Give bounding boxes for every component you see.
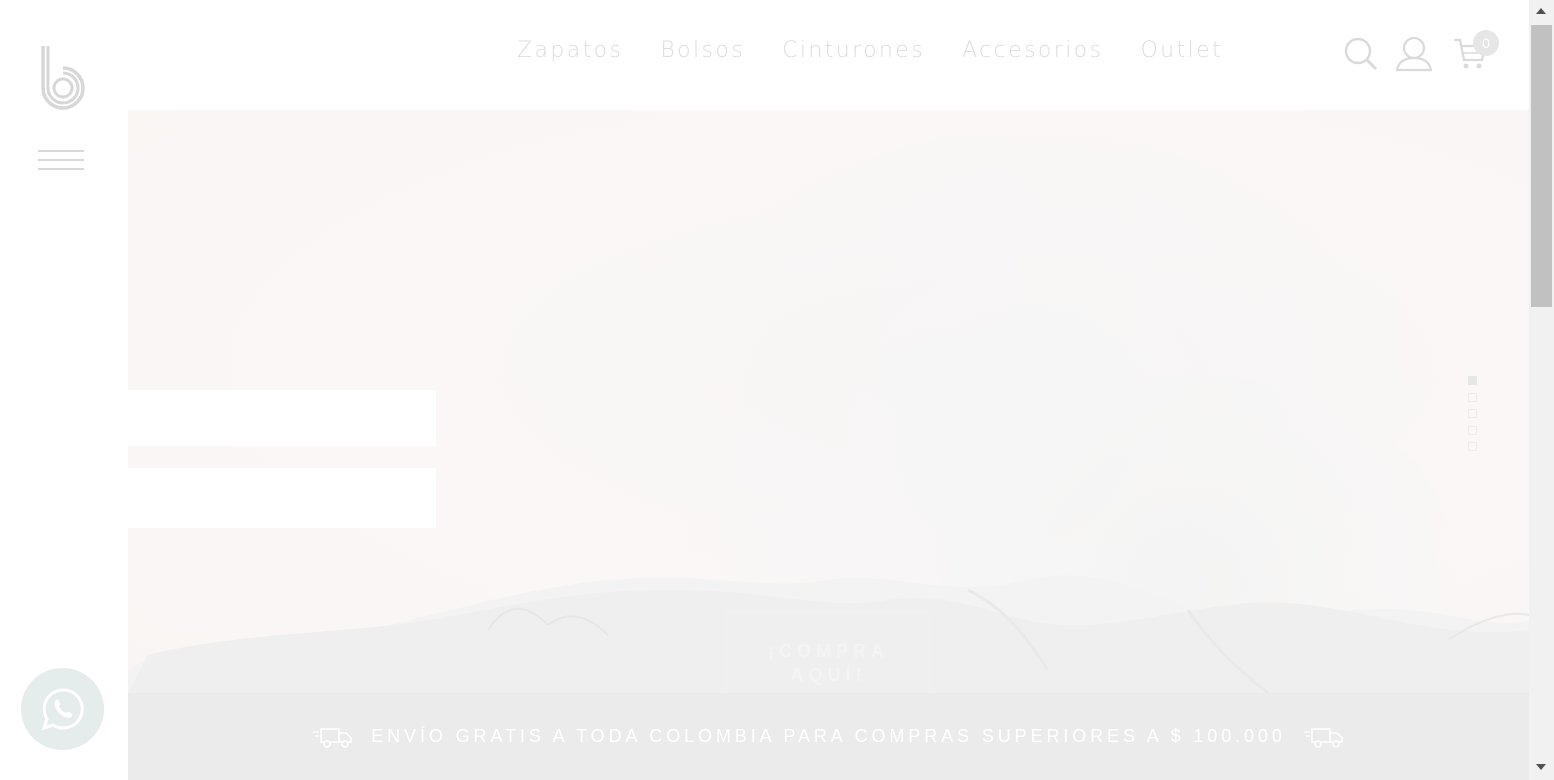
slider-pagination [1468, 376, 1477, 459]
hamburger-line [38, 150, 84, 152]
shop-now-button[interactable]: ¡COMPRA AQUÍ! [726, 612, 931, 693]
hero-text-placeholder [128, 390, 436, 446]
nav-item-zapatos[interactable]: Zapatos [517, 38, 623, 64]
hamburger-line [38, 168, 84, 170]
nav-item-outlet[interactable]: Outlet [1140, 38, 1223, 64]
slider-dot-1[interactable] [1468, 376, 1477, 385]
account-button[interactable] [1395, 36, 1433, 77]
brand-b-logo-icon [41, 46, 85, 110]
vertical-scrollbar[interactable] [1529, 0, 1554, 780]
slider-dot-2[interactable] [1468, 392, 1477, 402]
user-icon [1395, 36, 1433, 72]
main-nav: Zapatos Bolsos Cinturones Accesorios Out… [517, 38, 1260, 64]
hero-slider: ¡COMPRA AQUÍ! [128, 110, 1529, 693]
free-shipping-text: ENVÍO GRATIS A TODA COLOMBIA PARA COMPRA… [371, 726, 1286, 746]
search-icon [1344, 37, 1378, 71]
scrollbar-thumb[interactable] [1531, 25, 1552, 307]
search-button[interactable] [1343, 36, 1379, 77]
hamburger-menu-button[interactable] [38, 150, 84, 172]
free-shipping-banner: ENVÍO GRATIS A TODA COLOMBIA PARA COMPRA… [128, 693, 1529, 780]
nav-item-accesorios[interactable]: Accesorios [962, 38, 1103, 64]
whatsapp-icon [41, 688, 84, 731]
scroll-up-arrow-icon[interactable] [1536, 8, 1546, 14]
slider-dot-3[interactable] [1468, 409, 1477, 418]
brand-logo[interactable] [40, 44, 86, 114]
whatsapp-chat-button[interactable] [21, 668, 104, 750]
cart-count-badge: 0 [1473, 30, 1499, 56]
hero-text-placeholder [128, 468, 436, 528]
delivery-truck-icon [1303, 727, 1343, 748]
nav-item-cinturones[interactable]: Cinturones [782, 38, 925, 64]
hamburger-line [38, 159, 84, 161]
slider-dot-4[interactable] [1468, 425, 1477, 435]
delivery-truck-icon [313, 727, 352, 748]
slider-dot-5[interactable] [1468, 442, 1477, 451]
nav-item-bolsos[interactable]: Bolsos [660, 38, 745, 64]
scroll-down-arrow-icon[interactable] [1536, 764, 1546, 770]
